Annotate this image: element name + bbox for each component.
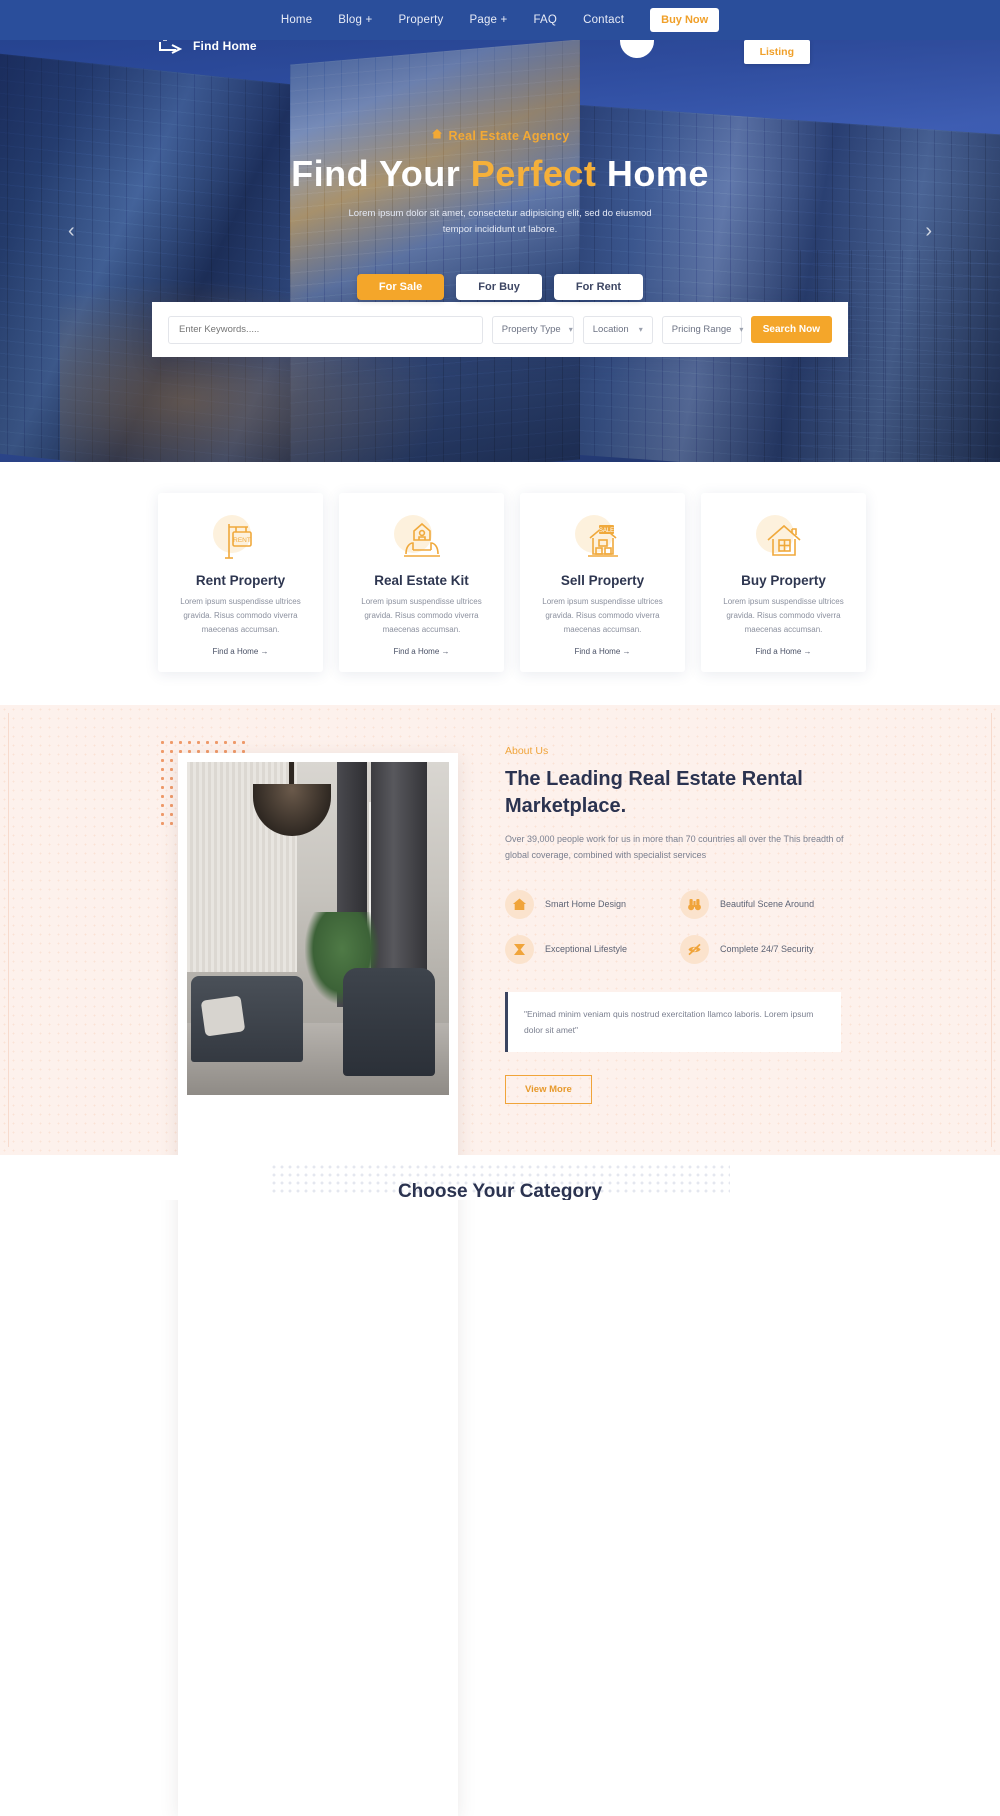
nav-item-home[interactable]: Home xyxy=(281,14,312,26)
property-type-value: Property Type xyxy=(501,324,561,335)
search-keyword-input[interactable] xyxy=(168,315,483,344)
about-description: Over 39,000 people work for us in more t… xyxy=(505,834,844,860)
location-value: Location xyxy=(592,324,629,335)
service-card-link[interactable]: Find a Home → xyxy=(212,647,268,656)
nav-item-contact[interactable]: Contact xyxy=(583,14,624,26)
feature-exceptional-lifestyle: Exceptional Lifestyle xyxy=(505,934,670,964)
about-title: The Leading Real Estate Rental Marketpla… xyxy=(505,768,803,817)
service-card-text: Lorem ipsum suspendisse ultrices gravida… xyxy=(180,597,301,634)
tab-for-buy[interactable]: For Buy xyxy=(456,274,542,300)
view-more-button[interactable]: View More xyxy=(505,1074,592,1104)
about-quote: "Enimad minim veniam quis nostrud exerci… xyxy=(505,991,841,1052)
service-card-sell-property[interactable]: SALE Sell Property Lorem ipsum suspendis… xyxy=(520,493,685,672)
service-card-rent-property[interactable]: RENT Rent Property Lorem ipsum suspendis… xyxy=(158,493,323,672)
brand-name: Find Home xyxy=(193,39,257,53)
property-type-select[interactable]: Property Type ▾ xyxy=(491,315,574,344)
feature-label: Beautiful Scene Around xyxy=(720,899,815,909)
hero-eyebrow-label: Real Estate Agency xyxy=(448,128,570,143)
tab-for-rent[interactable]: For Rent xyxy=(553,274,644,300)
tab-for-sale[interactable]: For Sale xyxy=(356,274,445,300)
services-section: RENT Rent Property Lorem ipsum suspendis… xyxy=(0,462,1000,705)
service-card-title: Sell Property xyxy=(560,573,645,588)
brand-logo[interactable]: Find Home xyxy=(158,38,257,54)
home-icon xyxy=(505,889,534,919)
feature-complete-security: Complete 24/7 Security xyxy=(680,934,845,964)
hero-tabs: For Sale For Buy For Rent xyxy=(0,274,1000,300)
category-section: Choose Your Category xyxy=(0,1155,1000,1200)
chevron-down-icon: ▾ xyxy=(739,325,744,334)
service-card-title: Real Estate Kit xyxy=(374,573,469,588)
nav-item-page[interactable]: Page + xyxy=(470,14,508,26)
home-arrow-logo-icon xyxy=(158,38,186,54)
rent-sign-icon: RENT xyxy=(211,515,271,567)
service-card-list: RENT Rent Property Lorem ipsum suspendis… xyxy=(158,493,866,672)
svg-text:SALE: SALE xyxy=(598,528,613,534)
living-room-photo xyxy=(187,762,449,1095)
hero-title-part2: Home xyxy=(596,153,709,194)
sale-house-icon: SALE xyxy=(573,515,633,567)
service-card-link[interactable]: Find a Home → xyxy=(755,647,811,656)
hero-subtitle: Lorem ipsum dolor sit amet, consectetur … xyxy=(348,208,652,236)
binoculars-icon xyxy=(680,889,709,919)
house-icon xyxy=(431,128,443,143)
location-select[interactable]: Location ▾ xyxy=(582,315,653,344)
hero-next-arrow-icon[interactable]: › xyxy=(925,220,932,243)
chevron-down-icon: ▾ xyxy=(568,325,573,334)
quote-text: "Enimad minim veniam quis nostrud exerci… xyxy=(524,1008,814,1035)
nav-links: Home Blog + Property Page + FAQ Contact … xyxy=(281,8,720,32)
service-card-text: Lorem ipsum suspendisse ultrices gravida… xyxy=(361,597,482,634)
feature-label: Exceptional Lifestyle xyxy=(545,944,628,954)
service-card-title: Rent Property xyxy=(195,573,286,588)
hero-prev-arrow-icon[interactable]: ‹ xyxy=(68,220,75,243)
service-card-link[interactable]: Find a Home → xyxy=(393,647,449,656)
pricing-range-value: Pricing Range xyxy=(671,324,732,335)
hero-eyebrow: Real Estate Agency xyxy=(0,128,1000,143)
service-card-text: Lorem ipsum suspendisse ultrices gravida… xyxy=(723,597,844,634)
search-now-button[interactable]: Search Now xyxy=(750,316,832,343)
about-photo-frame xyxy=(178,753,458,1816)
feature-smart-home-design: Smart Home Design xyxy=(505,889,670,919)
service-card-real-estate-kit[interactable]: Real Estate Kit Lorem ipsum suspendisse … xyxy=(339,493,504,672)
feature-label: Smart Home Design xyxy=(545,899,627,909)
about-section: About Us The Leading Real Estate Rental … xyxy=(0,705,1000,1816)
nav-item-faq[interactable]: FAQ xyxy=(533,14,557,26)
buy-now-button[interactable]: Buy Now xyxy=(650,8,720,32)
top-navigation-bar: Home Blog + Property Page + FAQ Contact … xyxy=(0,0,1000,40)
nav-item-blog[interactable]: Blog + xyxy=(338,14,372,26)
chevron-down-icon: ▾ xyxy=(638,325,643,334)
feature-label: Complete 24/7 Security xyxy=(720,944,814,954)
hero-title-highlight: Perfect xyxy=(470,153,597,194)
hero-content: Real Estate Agency Find Your Perfect Hom… xyxy=(0,128,1000,238)
category-title: Choose Your Category xyxy=(397,1181,603,1200)
svg-text:RENT: RENT xyxy=(233,537,251,544)
hero-title: Find Your Perfect Home xyxy=(0,151,1000,196)
nav-item-property[interactable]: Property xyxy=(398,14,443,26)
hero-title-part1: Find Your xyxy=(291,153,471,194)
house-window-icon xyxy=(754,515,814,567)
pricing-range-select[interactable]: Pricing Range ▾ xyxy=(661,315,744,344)
lifestyle-icon xyxy=(505,934,534,964)
about-feature-list: Smart Home Design Beautiful Scene Around xyxy=(505,889,845,964)
service-card-title: Buy Property xyxy=(741,573,826,588)
listing-button[interactable]: Listing xyxy=(743,40,810,64)
service-card-buy-property[interactable]: Buy Property Lorem ipsum suspendisse ult… xyxy=(701,493,866,672)
service-card-text: Lorem ipsum suspendisse ultrices gravida… xyxy=(542,597,663,634)
service-card-link[interactable]: Find a Home → xyxy=(574,647,630,656)
about-content: About Us The Leading Real Estate Rental … xyxy=(505,745,845,1104)
feature-beautiful-scene-around: Beautiful Scene Around xyxy=(680,889,845,919)
property-search-bar: Property Type ▾ Location ▾ Pricing Range… xyxy=(152,302,848,357)
about-eyebrow: About Us xyxy=(505,745,549,757)
eye-slash-icon xyxy=(680,934,709,964)
house-in-hands-icon xyxy=(392,515,452,567)
